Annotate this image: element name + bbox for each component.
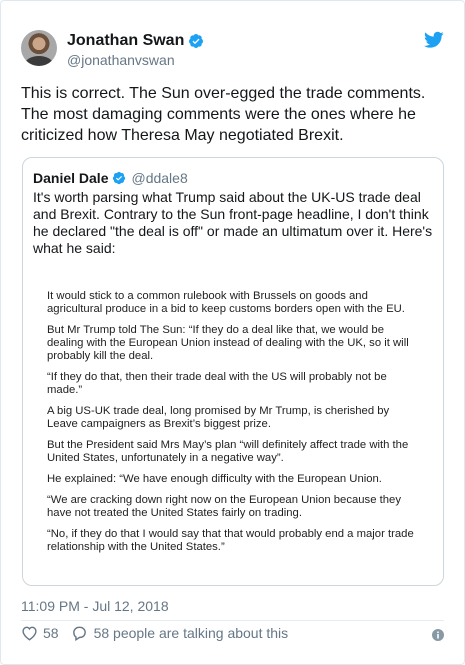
quoted-author-name[interactable]: Daniel Dale [33, 170, 108, 186]
article-paragraph: “We are cracking down right now on the E… [47, 494, 401, 519]
article-screenshot: It would stick to a common rulebook with… [47, 290, 422, 562]
tweet-text: This is correct. The Sun over-egged the … [21, 85, 426, 144]
verified-badge-icon [113, 171, 126, 185]
twitter-bird-icon[interactable] [424, 31, 444, 49]
quoted-tweet[interactable]: Daniel Dale @ddale8 It's worth parsing w… [22, 157, 444, 586]
author-name[interactable]: Jonathan Swan [67, 32, 184, 50]
author-name-row: Jonathan Swan [67, 32, 204, 50]
like-button[interactable]: 58 [21, 625, 59, 641]
conversation-text: 58 people are talking about this [93, 625, 289, 641]
conversation-link[interactable]: 58 people are talking about this [71, 625, 289, 641]
article-paragraph: A big US-UK trade deal, long promised by… [47, 405, 390, 430]
reply-bubble-icon [72, 626, 86, 641]
author-avatar[interactable] [21, 30, 57, 66]
article-paragraph: But Mr Trump told The Sun: “If they do a… [47, 324, 409, 362]
quoted-author-handle[interactable]: @ddale8 [131, 170, 187, 186]
article-paragraph: “No, if they do that I would say that th… [47, 528, 414, 553]
article-paragraph: “If they do that, then their trade deal … [47, 371, 387, 396]
tweet-timestamp[interactable]: 11:09 PM - Jul 12, 2018 [21, 598, 169, 614]
tweet-actions: 58 58 people are talking about this [21, 625, 288, 641]
article-paragraph: It would stick to a common rulebook with… [47, 290, 405, 315]
tweet-header: Jonathan Swan @jonathanvswan [21, 27, 444, 71]
quoted-header: Daniel Dale @ddale8 [33, 170, 188, 186]
author-handle[interactable]: @jonathanvswan [67, 52, 175, 68]
heart-icon [22, 626, 37, 641]
article-paragraph: But the President said Mrs May’s plan “w… [47, 439, 409, 464]
info-icon[interactable] [432, 629, 444, 641]
like-count: 58 [43, 625, 59, 641]
embedded-tweet: Jonathan Swan @jonathanvswan This is cor… [0, 0, 465, 665]
divider [21, 620, 444, 621]
verified-badge-icon [189, 34, 204, 48]
quoted-tweet-text: It's worth parsing what Trump said about… [33, 189, 433, 256]
article-paragraph: He explained: “We have enough difficulty… [47, 473, 382, 485]
